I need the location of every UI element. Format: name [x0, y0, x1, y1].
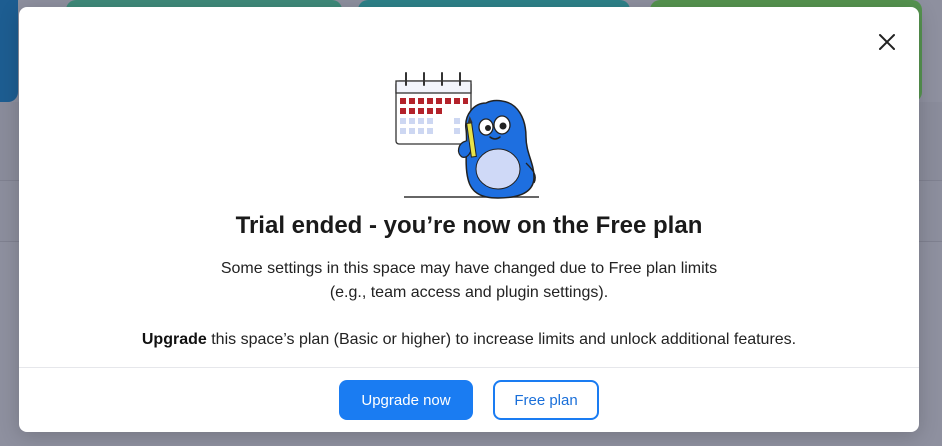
- free-plan-button[interactable]: Free plan: [493, 380, 599, 420]
- upgrade-now-button[interactable]: Upgrade now: [339, 380, 473, 420]
- calendar-mascot-illustration: [395, 72, 539, 199]
- footer-divider: [19, 367, 919, 368]
- description-line: Some settings in this space may have cha…: [220, 260, 718, 277]
- close-icon: [879, 34, 895, 50]
- upgrade-bold-text: Upgrade: [141, 331, 207, 348]
- upgrade-message: Upgrade this space’s plan (Basic or high…: [19, 328, 919, 352]
- modal-title: Trial ended - you’re now on the Free pla…: [235, 212, 703, 239]
- trial-ended-modal: Trial ended - you’re now on the Free pla…: [19, 7, 919, 432]
- description-line: (e.g., team access and plugin settings).: [329, 284, 609, 301]
- upgrade-message-text: this space’s plan (Basic or higher) to i…: [206, 331, 797, 348]
- modal-description: Some settings in this space may have cha…: [19, 257, 919, 305]
- close-button[interactable]: [875, 30, 899, 54]
- background-card: [0, 0, 18, 102]
